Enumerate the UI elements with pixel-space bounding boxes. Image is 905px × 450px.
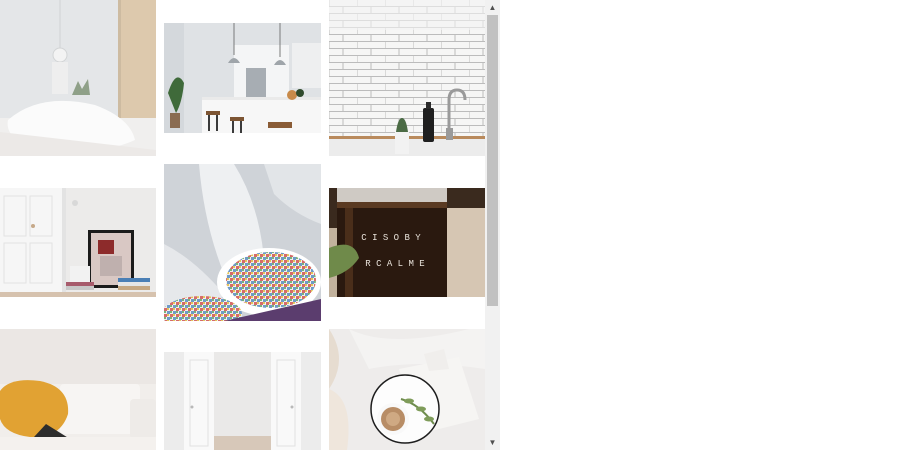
scroll-up-arrow-icon[interactable]: ▲	[485, 0, 500, 15]
photo-kitchen[interactable]	[164, 23, 321, 133]
photo-sofa[interactable]	[0, 329, 156, 450]
scroll-down-arrow-icon[interactable]: ▼	[485, 435, 500, 450]
photo-candle[interactable]: C I S O B Y R C A L M E	[329, 188, 485, 297]
candle-label-line1: C I S O B Y	[361, 233, 421, 243]
photo-bedroom[interactable]	[0, 0, 156, 156]
photo-sink[interactable]	[329, 0, 485, 156]
scrollbar-thumb[interactable]	[487, 15, 498, 306]
photo-chair[interactable]	[164, 164, 321, 321]
candle-label-line2: R C A L M E	[365, 259, 424, 269]
vertical-scrollbar[interactable]: ▲ ▼	[485, 0, 500, 450]
photo-hallway-prints[interactable]	[0, 188, 156, 297]
photo-doorway[interactable]	[164, 352, 321, 450]
photo-gallery: C I S O B Y R C A L M E	[0, 0, 485, 450]
photo-coffee[interactable]	[329, 329, 485, 450]
